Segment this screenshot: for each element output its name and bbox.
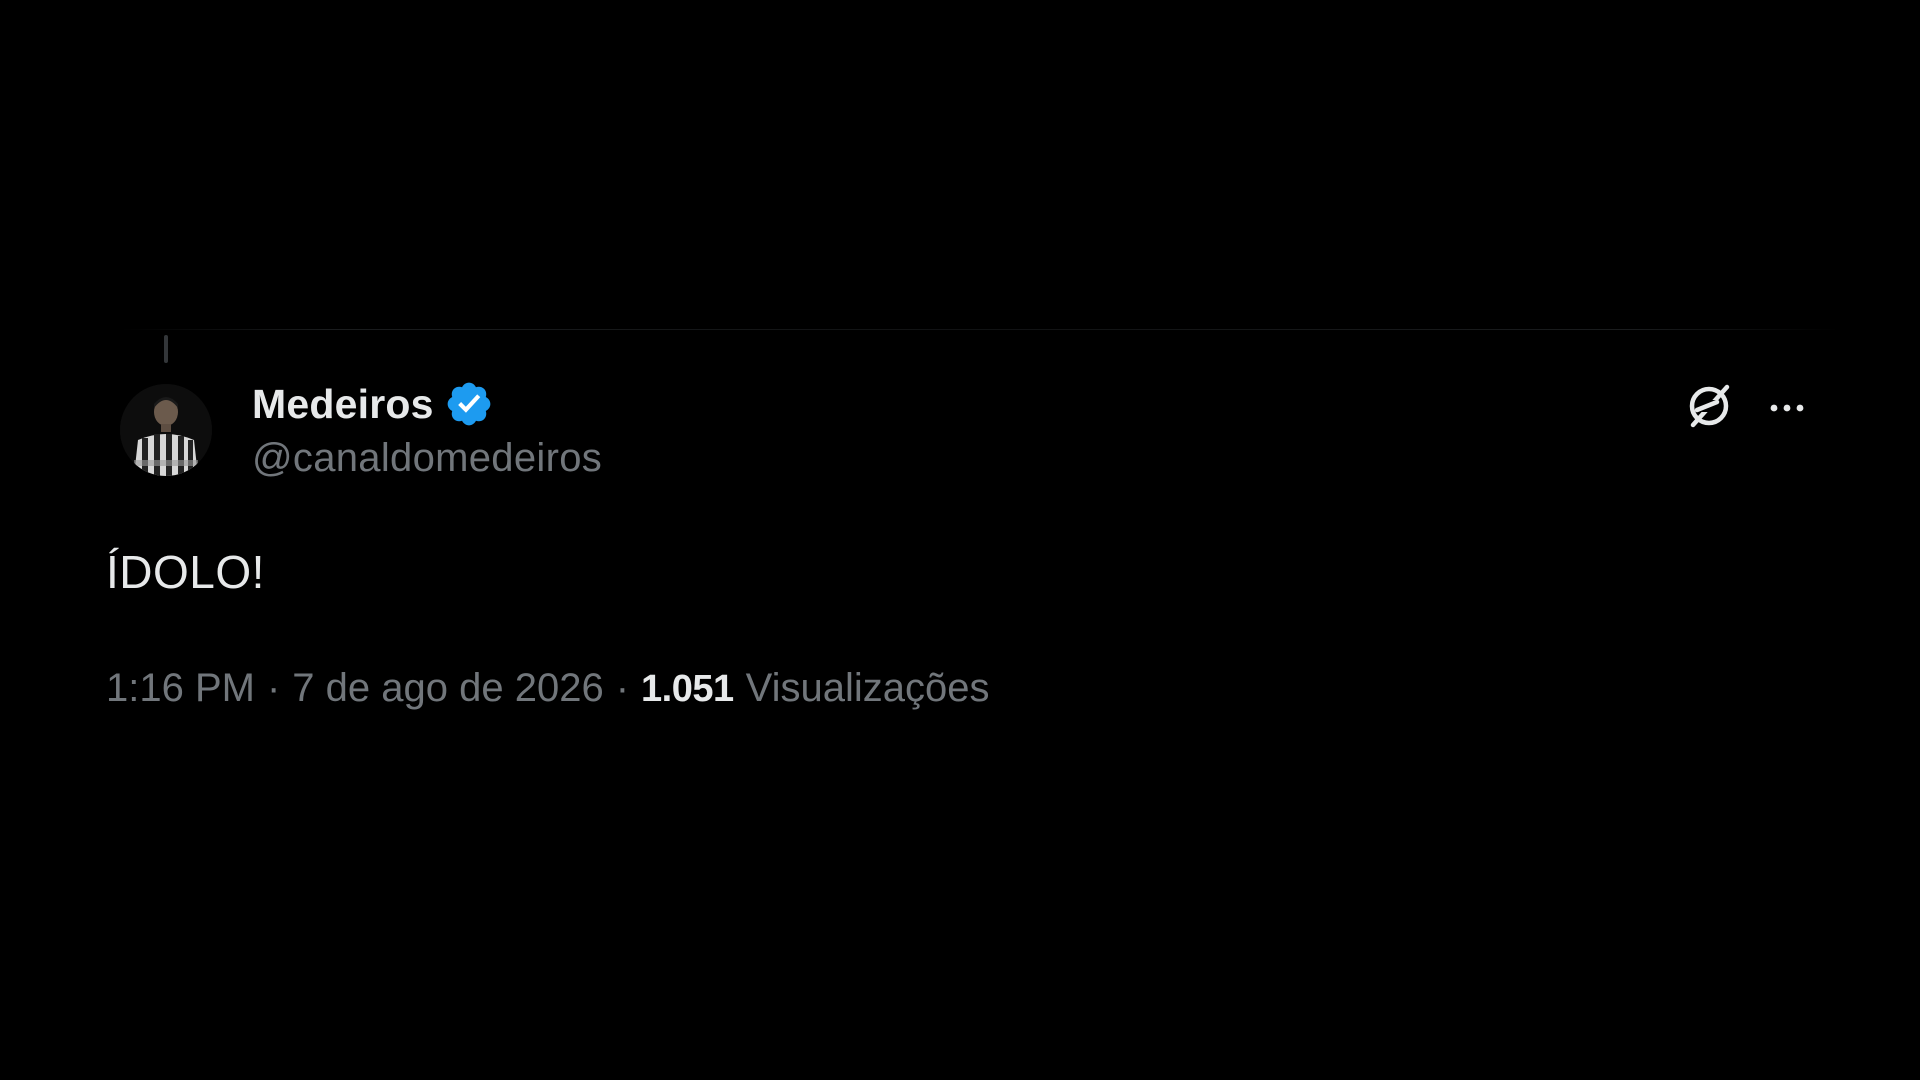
tweet-text: ÍDOLO! (106, 546, 265, 598)
divider (120, 329, 1840, 330)
views-label[interactable]: Visualizações (746, 666, 990, 711)
tweet-time[interactable]: 1:16 PM (106, 666, 255, 711)
tweet-date[interactable]: 7 de ago de 2026 (292, 666, 603, 711)
meta-separator: · (266, 666, 281, 710)
grok-icon[interactable] (1683, 380, 1735, 432)
more-options-icon[interactable] (1763, 384, 1811, 432)
profile-photo-icon (120, 384, 212, 476)
avatar[interactable] (120, 384, 212, 476)
author-name-row: Medeiros (252, 378, 602, 430)
meta-separator: · (615, 666, 630, 710)
verified-badge-icon[interactable] (444, 379, 494, 429)
views-count[interactable]: 1.051 (641, 668, 734, 711)
author-display-name[interactable]: Medeiros (252, 381, 434, 428)
thread-connector-line (164, 335, 168, 363)
tweet-meta: 1:16 PM · 7 de ago de 2026 · 1.051 Visua… (106, 666, 989, 711)
author-header: Medeiros @canaldomedeiros (252, 378, 602, 481)
author-handle[interactable]: @canaldomedeiros (252, 436, 602, 481)
tweet-detail-view: Medeiros @canaldomedeiros ÍDOLO! 1:16 PM (0, 0, 1920, 1080)
